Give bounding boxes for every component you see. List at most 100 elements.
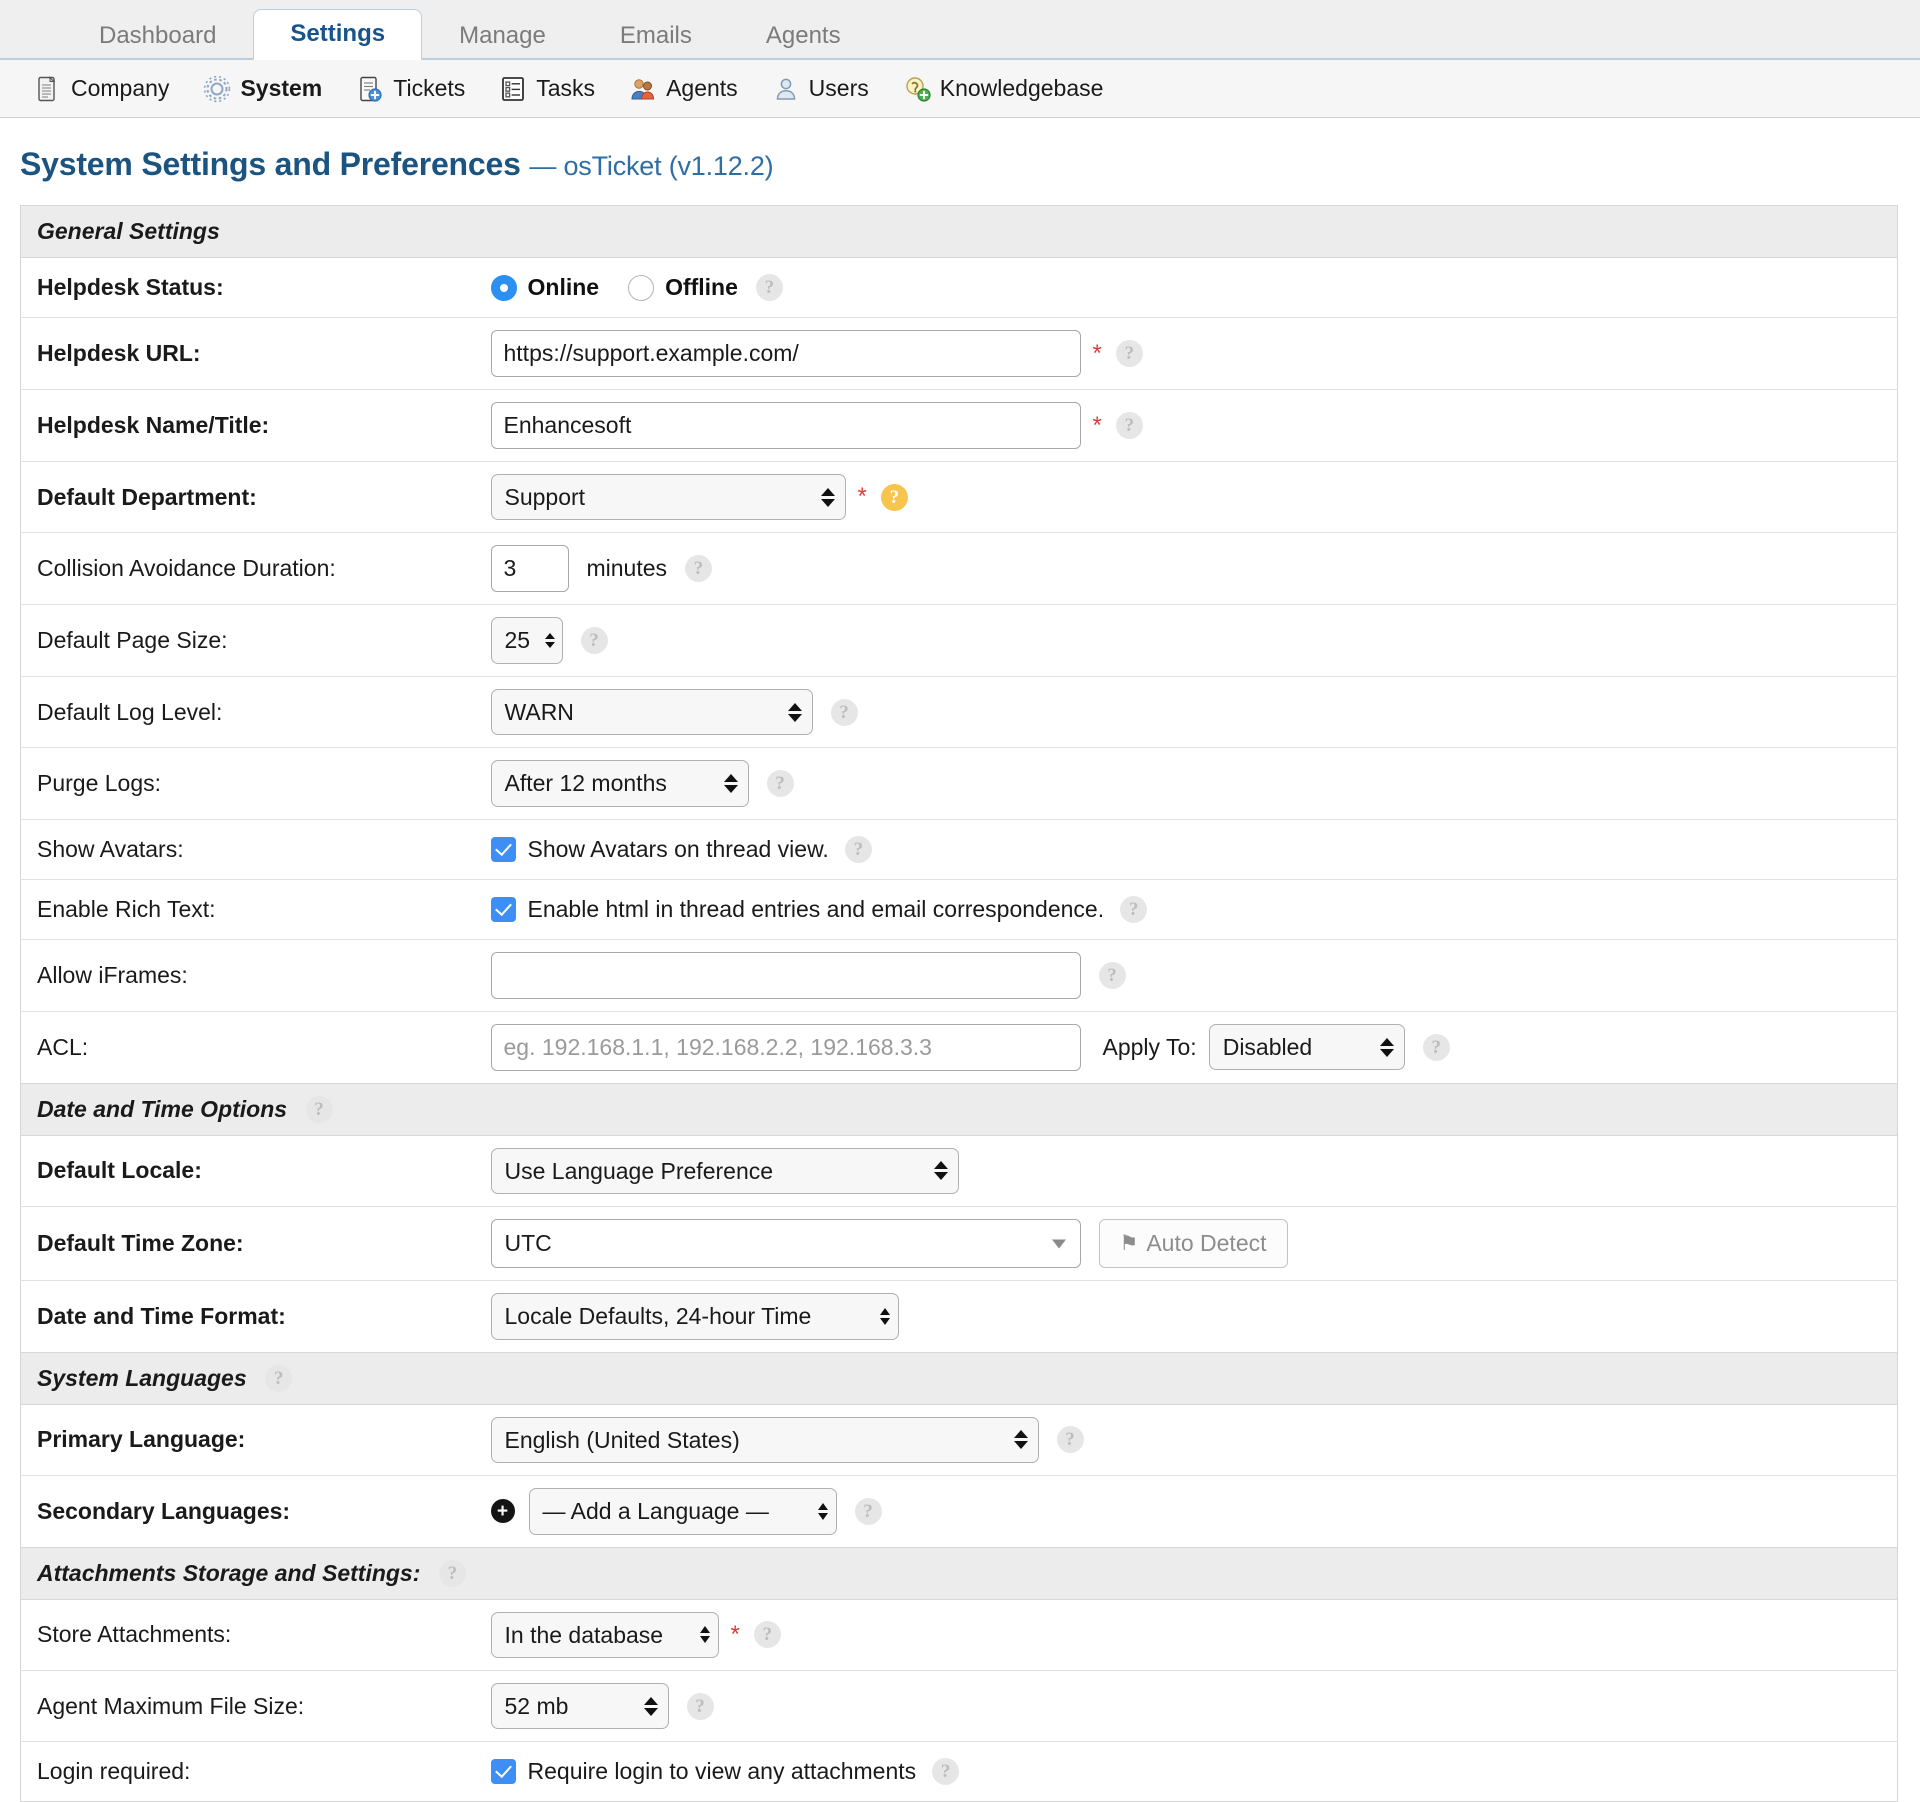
apply-to-select[interactable]: Disabled	[1208, 1024, 1405, 1071]
show-avatars-checkbox[interactable]	[490, 836, 516, 862]
label-store-attachments: Store Attachments:	[37, 1621, 232, 1648]
collision-unit-label: minutes	[586, 555, 668, 582]
settings-form-table: General Settings Helpdesk Status: Online…	[20, 205, 1898, 1802]
subnav-item-company[interactable]: Company	[34, 75, 191, 103]
subnav-item-knowledgebase[interactable]: Knowledgebase	[903, 75, 1126, 103]
help-icon-collision-avoidance[interactable]: ?	[685, 555, 713, 583]
tab-manage[interactable]: Manage	[422, 11, 583, 59]
section-title-datetime: Date and Time Options	[37, 1095, 288, 1122]
select-arrows-icon	[1013, 1427, 1028, 1453]
default-log-level-select[interactable]: WARN	[490, 688, 813, 736]
page-title-version: — osTicket (v1.12.2)	[529, 151, 774, 181]
acl-input[interactable]	[490, 1023, 1081, 1071]
radio-online[interactable]	[490, 274, 517, 301]
section-header-datetime: Date and Time Options ?	[20, 1082, 1898, 1136]
default-timezone-value: UTC	[504, 1230, 552, 1257]
row-default-timezone: Default Time Zone: UTC ⚑ Auto Detect	[20, 1207, 1898, 1281]
subnav-item-tickets[interactable]: Tickets	[356, 75, 487, 103]
help-icon-store-attachments[interactable]: ?	[753, 1621, 781, 1649]
help-icon-agent-max-file-size[interactable]: ?	[686, 1692, 714, 1720]
subnav-item-users[interactable]: Users	[772, 75, 891, 103]
row-agent-max-file-size: Agent Maximum File Size: 52 mb ?	[20, 1670, 1898, 1742]
help-icon-default-department[interactable]: ?	[880, 483, 908, 511]
helpdesk-url-input[interactable]	[490, 330, 1081, 377]
datetime-format-select[interactable]: Locale Defaults, 24-hour Time	[490, 1293, 899, 1340]
help-icon-default-log-level[interactable]: ?	[830, 698, 858, 726]
help-icon-helpdesk-status[interactable]: ?	[755, 274, 783, 301]
label-datetime-format: Date and Time Format:	[37, 1302, 286, 1329]
help-icon-default-page-size[interactable]: ?	[580, 627, 608, 655]
tasks-list-icon	[499, 75, 527, 103]
enable-rich-text-checkbox[interactable]	[490, 896, 516, 922]
label-secondary-languages: Secondary Languages:	[37, 1497, 291, 1524]
auto-detect-label: Auto Detect	[1146, 1230, 1267, 1257]
default-page-size-select[interactable]: 25	[490, 617, 563, 664]
label-primary-language: Primary Language:	[37, 1426, 246, 1453]
default-page-size-value: 25	[504, 627, 531, 654]
radio-offline[interactable]	[628, 274, 655, 301]
help-icon-primary-language[interactable]: ?	[1056, 1426, 1084, 1454]
label-helpdesk-status: Helpdesk Status:	[37, 274, 224, 300]
required-marker-default-department: *	[857, 483, 867, 511]
chevron-down-icon	[1051, 1239, 1066, 1249]
help-icon-show-avatars[interactable]: ?	[844, 835, 872, 863]
primary-language-select[interactable]: English (United States)	[490, 1416, 1039, 1464]
page-title: System Settings and Preferences — osTick…	[20, 118, 1900, 205]
row-helpdesk-name: Helpdesk Name/Title: * ?	[20, 390, 1898, 462]
enable-rich-text-checkbox-label: Enable html in thread entries and email …	[527, 895, 1105, 922]
help-icon-attachments-section[interactable]: ?	[438, 1559, 466, 1587]
agents-people-icon	[629, 75, 657, 103]
tab-dashboard[interactable]: Dashboard	[62, 11, 253, 59]
select-arrows-icon	[787, 699, 802, 725]
store-attachments-value: In the database	[504, 1621, 664, 1648]
label-enable-rich-text: Enable Rich Text:	[37, 895, 216, 922]
subnav-label-system: System	[240, 75, 323, 101]
agent-max-file-size-value: 52 mb	[504, 1692, 569, 1719]
help-icon-allow-iframes[interactable]: ?	[1098, 961, 1126, 989]
agent-max-file-size-select[interactable]: 52 mb	[490, 1682, 669, 1730]
label-default-log-level: Default Log Level:	[37, 698, 223, 725]
auto-detect-button[interactable]: ⚑ Auto Detect	[1098, 1219, 1288, 1269]
default-locale-value: Use Language Preference	[504, 1157, 774, 1184]
allow-iframes-input[interactable]	[490, 951, 1081, 999]
help-icon-datetime-section[interactable]: ?	[305, 1095, 333, 1123]
add-language-select[interactable]: — Add a Language —	[528, 1488, 837, 1535]
help-icon-enable-rich-text[interactable]: ?	[1120, 895, 1148, 923]
helpdesk-name-input[interactable]	[490, 402, 1081, 449]
default-locale-select[interactable]: Use Language Preference	[490, 1147, 959, 1195]
purge-logs-select[interactable]: After 12 months	[490, 760, 749, 807]
store-attachments-select[interactable]: In the database	[490, 1611, 719, 1658]
settings-subnav: Company System Tickets Tasks Agents User…	[0, 60, 1920, 118]
row-default-locale: Default Locale: Use Language Preference	[20, 1135, 1898, 1207]
help-icon-languages-section[interactable]: ?	[265, 1364, 293, 1392]
label-show-avatars: Show Avatars:	[37, 835, 184, 862]
collision-duration-input[interactable]	[490, 545, 569, 593]
help-icon-helpdesk-url[interactable]: ?	[1115, 340, 1143, 367]
select-arrows-icon	[723, 771, 738, 797]
tickets-page-icon	[356, 75, 384, 103]
tab-settings[interactable]: Settings	[253, 9, 423, 60]
help-icon-acl[interactable]: ?	[1422, 1033, 1450, 1061]
select-arrows-icon	[818, 1498, 829, 1524]
help-icon-purge-logs[interactable]: ?	[766, 770, 794, 798]
row-acl: ACL: Apply To: Disabled ?	[20, 1011, 1898, 1084]
row-helpdesk-status: Helpdesk Status: Online Offline ?	[20, 258, 1898, 318]
subnav-item-agents[interactable]: Agents	[629, 75, 760, 103]
tab-emails[interactable]: Emails	[583, 11, 729, 59]
label-helpdesk-name: Helpdesk Name/Title:	[37, 412, 270, 438]
help-icon-secondary-languages[interactable]: ?	[854, 1497, 882, 1525]
default-timezone-combobox[interactable]: UTC	[490, 1219, 1081, 1269]
select-arrows-icon	[545, 628, 556, 654]
subnav-label-company: Company	[71, 75, 170, 101]
subnav-item-tasks[interactable]: Tasks	[499, 75, 617, 103]
apply-to-value: Disabled	[1222, 1034, 1313, 1061]
tab-agents[interactable]: Agents	[729, 11, 878, 59]
default-department-select[interactable]: Support	[490, 474, 846, 521]
purge-logs-value: After 12 months	[504, 770, 667, 797]
select-arrows-icon	[933, 1158, 948, 1184]
required-marker-helpdesk-name: *	[1092, 411, 1102, 439]
subnav-item-system[interactable]: System	[203, 75, 344, 103]
subnav-label-agents: Agents	[666, 75, 738, 101]
add-language-plus-icon[interactable]: +	[490, 1499, 515, 1524]
help-icon-helpdesk-name[interactable]: ?	[1115, 412, 1143, 439]
